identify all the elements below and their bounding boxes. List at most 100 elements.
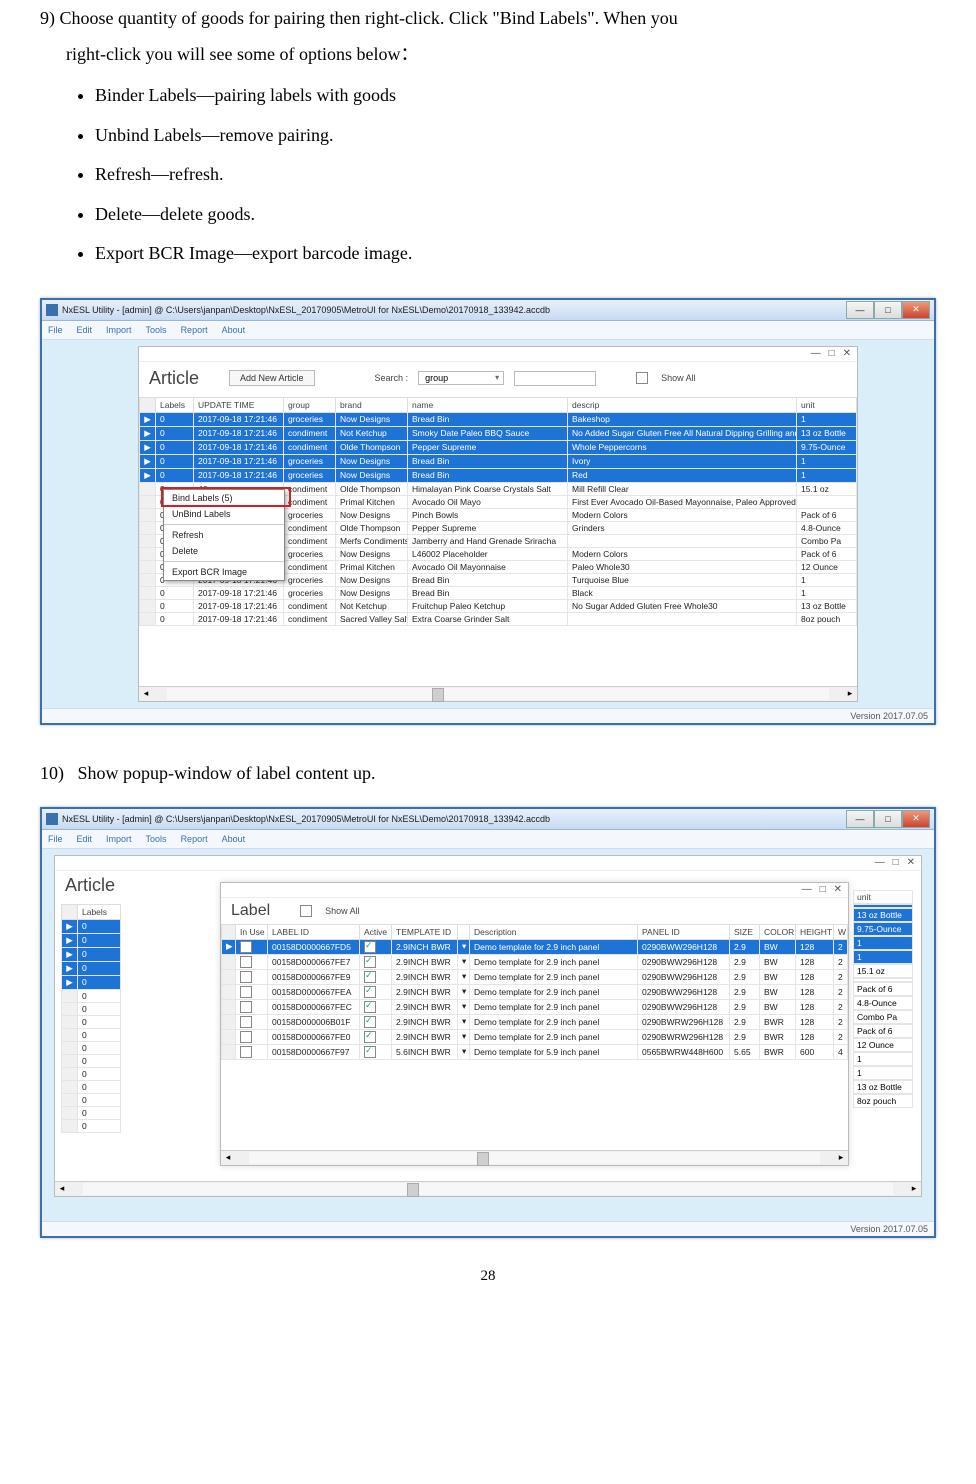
table-row[interactable]: 0: [62, 1041, 121, 1054]
article-col-header[interactable]: descrip: [568, 397, 797, 412]
article-col-header[interactable]: [140, 397, 156, 412]
menu-file[interactable]: File: [48, 834, 63, 844]
ctx-unbind-labels[interactable]: UnBind Labels: [164, 506, 284, 522]
ctx-bind-labels[interactable]: Bind Labels (5): [164, 490, 284, 506]
maximize-button[interactable]: □: [874, 301, 902, 319]
sub-close-icon[interactable]: ✕: [834, 884, 842, 895]
sub-close-icon[interactable]: ✕: [907, 857, 915, 868]
table-row[interactable]: 00158D000006B01F2.9INCH BWR▾Demo templat…: [222, 1014, 848, 1029]
active-checkbox[interactable]: [364, 1001, 376, 1013]
label-col-header[interactable]: [222, 924, 236, 939]
label-col-header[interactable]: HEIGHT: [796, 924, 834, 939]
table-row[interactable]: 0: [62, 1015, 121, 1028]
active-checkbox[interactable]: [364, 1031, 376, 1043]
table-row[interactable]: ▶02017-09-18 17:21:46condimentOlde Thomp…: [140, 440, 857, 454]
template-dropdown-icon[interactable]: ▾: [462, 941, 466, 951]
minimize-button[interactable]: —: [846, 301, 874, 319]
in-use-checkbox[interactable]: [240, 956, 252, 968]
in-use-checkbox[interactable]: [240, 971, 252, 983]
in-use-checkbox[interactable]: [240, 941, 252, 953]
menu-about[interactable]: About: [222, 834, 246, 844]
template-dropdown-icon[interactable]: ▾: [462, 1046, 466, 1056]
label-h-scrollbar[interactable]: ◂ ▸: [221, 1150, 848, 1165]
table-row[interactable]: 0: [62, 1093, 121, 1106]
template-dropdown-icon[interactable]: ▾: [462, 1016, 466, 1026]
table-row[interactable]: ▶02017-09-18 17:21:46groceriesNow Design…: [140, 468, 857, 482]
table-row[interactable]: ▶00158D0000667FD52.9INCH BWR▾Demo templa…: [222, 939, 848, 954]
menu-edit[interactable]: Edit: [77, 834, 93, 844]
sub-max-icon[interactable]: □: [820, 884, 826, 895]
label-col-header[interactable]: LABEL ID: [268, 924, 360, 939]
table-row[interactable]: ▶0: [62, 961, 121, 975]
active-checkbox[interactable]: [364, 986, 376, 998]
in-use-checkbox[interactable]: [240, 1001, 252, 1013]
in-use-checkbox[interactable]: [240, 1016, 252, 1028]
in-use-checkbox[interactable]: [240, 1031, 252, 1043]
template-dropdown-icon[interactable]: ▾: [462, 1001, 466, 1011]
label-col-header[interactable]: TEMPLATE ID: [392, 924, 458, 939]
article-col-header[interactable]: unit: [797, 397, 857, 412]
table-row[interactable]: 00158D0000667F975.6INCH BWR▾Demo templat…: [222, 1044, 848, 1059]
template-dropdown-icon[interactable]: ▾: [462, 986, 466, 996]
sub-max-icon[interactable]: □: [829, 348, 835, 359]
article-col-header[interactable]: Labels: [156, 397, 194, 412]
table-row[interactable]: 0: [62, 1028, 121, 1041]
show-all-checkbox[interactable]: [636, 372, 648, 384]
label-grid[interactable]: In UseLABEL IDActiveTEMPLATE ID Descripti…: [221, 924, 848, 1060]
label-col-header[interactable]: Active: [360, 924, 392, 939]
table-row[interactable]: 0: [62, 1119, 121, 1132]
article-col-header[interactable]: UPDATE TIME: [194, 397, 284, 412]
table-row[interactable]: ▶02017-09-18 17:21:46condimentNot Ketchu…: [140, 426, 857, 440]
menu-tools[interactable]: Tools: [146, 325, 167, 335]
maximize-button[interactable]: □: [874, 810, 902, 828]
table-row[interactable]: 00158D0000667FEA2.9INCH BWR▾Demo templat…: [222, 984, 848, 999]
active-checkbox[interactable]: [364, 1046, 376, 1058]
ctx-export-bcr[interactable]: Export BCR Image: [164, 564, 284, 580]
label-col-header[interactable]: COLOR: [760, 924, 796, 939]
table-row[interactable]: 02017-09-18 17:21:46groceriesNow Designs…: [140, 586, 857, 599]
in-use-checkbox[interactable]: [240, 1046, 252, 1058]
table-row[interactable]: 00158D0000667FE02.9INCH BWR▾Demo templat…: [222, 1029, 848, 1044]
table-row[interactable]: 0: [62, 1106, 121, 1119]
sub-close-icon[interactable]: ✕: [843, 348, 851, 359]
minimize-button[interactable]: —: [846, 810, 874, 828]
table-row[interactable]: 00158D0000667FE92.9INCH BWR▾Demo templat…: [222, 969, 848, 984]
template-dropdown-icon[interactable]: ▾: [462, 956, 466, 966]
table-row[interactable]: 0: [62, 989, 121, 1002]
menu-import[interactable]: Import: [106, 325, 132, 335]
in-use-checkbox[interactable]: [240, 986, 252, 998]
menu-import[interactable]: Import: [106, 834, 132, 844]
table-row[interactable]: 00158D0000667FEC2.9INCH BWR▾Demo templat…: [222, 999, 848, 1014]
table-row[interactable]: 02017-09-18 17:21:46condimentNot Ketchup…: [140, 599, 857, 612]
search-input[interactable]: [514, 371, 596, 386]
sub-min-icon[interactable]: —: [802, 884, 812, 895]
search-field-combo[interactable]: group: [418, 371, 504, 385]
active-checkbox[interactable]: [364, 941, 376, 953]
menu-tools[interactable]: Tools: [146, 834, 167, 844]
h-scrollbar[interactable]: ◂ ▸: [139, 686, 857, 701]
table-row[interactable]: ▶0: [62, 947, 121, 961]
template-dropdown-icon[interactable]: ▾: [462, 971, 466, 981]
table-row[interactable]: 0: [62, 1054, 121, 1067]
table-row[interactable]: ▶0: [62, 933, 121, 947]
menu-report[interactable]: Report: [181, 325, 208, 335]
article-col-header[interactable]: brand: [336, 397, 408, 412]
table-row[interactable]: ▶02017-09-18 17:21:46groceriesNow Design…: [140, 454, 857, 468]
active-checkbox[interactable]: [364, 956, 376, 968]
sub-min-icon[interactable]: —: [811, 348, 821, 359]
menu-report[interactable]: Report: [181, 834, 208, 844]
ctx-refresh[interactable]: Refresh: [164, 527, 284, 543]
article-col-header[interactable]: group: [284, 397, 336, 412]
menu-about[interactable]: About: [222, 325, 246, 335]
ctx-delete[interactable]: Delete: [164, 543, 284, 559]
label-col-header[interactable]: In Use: [236, 924, 268, 939]
close-button[interactable]: ✕: [902, 810, 930, 828]
close-button[interactable]: ✕: [902, 301, 930, 319]
active-checkbox[interactable]: [364, 1016, 376, 1028]
menu-file[interactable]: File: [48, 325, 63, 335]
label-col-header[interactable]: [458, 924, 470, 939]
active-checkbox[interactable]: [364, 971, 376, 983]
label-col-header[interactable]: Description: [470, 924, 638, 939]
label-col-header[interactable]: W: [834, 924, 848, 939]
table-row[interactable]: 00158D0000667FE72.9INCH BWR▾Demo templat…: [222, 954, 848, 969]
